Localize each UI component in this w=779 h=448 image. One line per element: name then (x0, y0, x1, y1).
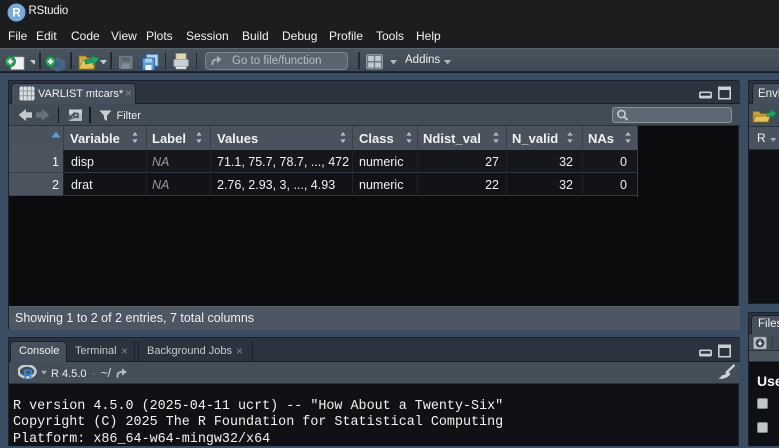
svg-text:R: R (12, 8, 21, 20)
svg-text:R: R (23, 367, 33, 380)
